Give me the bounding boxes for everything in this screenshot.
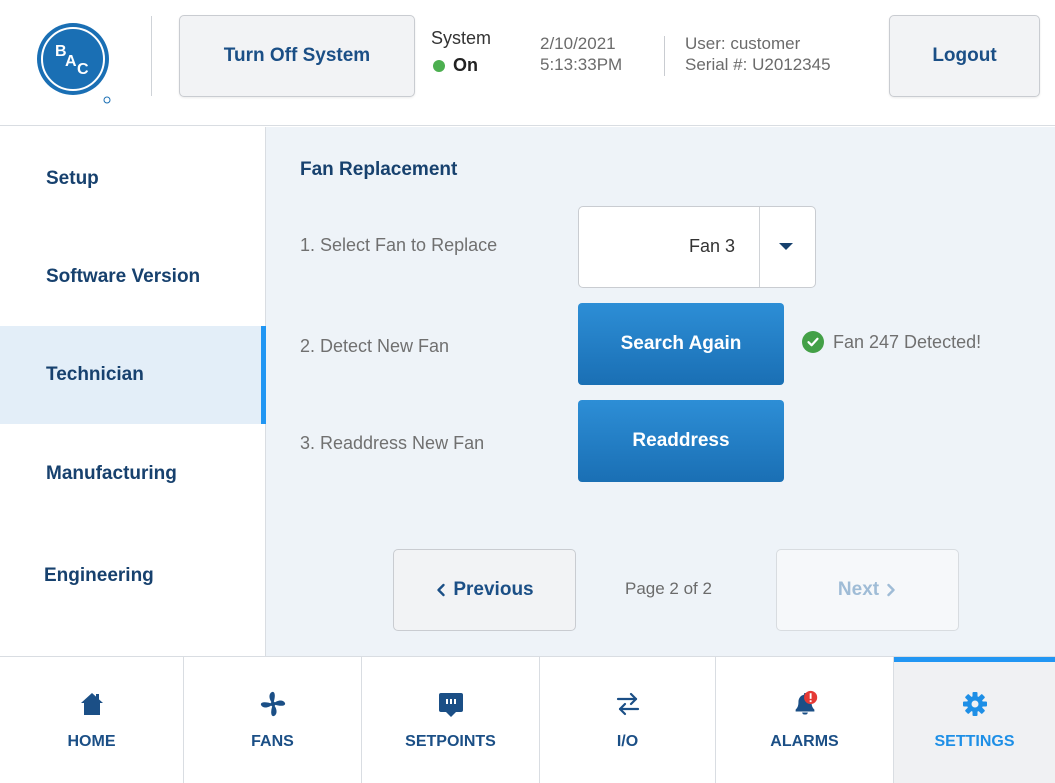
- step-3-label: 3. Readdress New Fan: [300, 433, 485, 453]
- logout-button[interactable]: Logout: [889, 15, 1040, 97]
- header-divider: [151, 16, 152, 96]
- io-arrows-icon: [613, 689, 643, 719]
- fan-detected-status: Fan 247 Detected!: [802, 331, 981, 353]
- section-title: Fan Replacement: [300, 159, 458, 180]
- status-dot-icon: [433, 59, 445, 72]
- previous-button[interactable]: Previous: [393, 549, 576, 631]
- nav-setpoints[interactable]: SETPOINTS: [362, 657, 540, 783]
- date-text: 2/10/2021: [540, 34, 616, 53]
- nav-fans[interactable]: FANS: [184, 657, 362, 783]
- fan-select-dropdown[interactable]: Fan 3: [578, 206, 816, 288]
- user-info: User: customer Serial #: U2012345: [685, 33, 831, 75]
- chevron-right-icon: [887, 583, 895, 597]
- fan-detected-text: Fan 247 Detected!: [833, 331, 982, 352]
- serial-text: Serial #: U2012345: [685, 55, 831, 74]
- header-separator: [664, 36, 665, 76]
- time-text: 5:13:33PM: [540, 55, 623, 74]
- setpoints-icon: [436, 689, 466, 719]
- system-state-text: On: [453, 55, 478, 75]
- search-again-button[interactable]: Search Again: [578, 303, 784, 385]
- step-1-label: 1. Select Fan to Replace: [300, 235, 498, 255]
- svg-text:C: C: [77, 61, 89, 78]
- sidebar-item-technician[interactable]: Technician: [0, 326, 266, 424]
- chevron-left-icon: [437, 583, 446, 597]
- sidebar-item-software-version[interactable]: Software Version: [0, 228, 265, 326]
- readdress-button[interactable]: Readdress: [578, 400, 784, 482]
- home-icon: [77, 689, 107, 719]
- nav-label: FANS: [251, 733, 294, 750]
- nav-settings[interactable]: SETTINGS: [894, 657, 1055, 783]
- system-status: System On: [431, 28, 491, 76]
- next-label: Next: [837, 579, 880, 600]
- nav-label: HOME: [67, 733, 116, 750]
- turn-off-system-button[interactable]: Turn Off System: [179, 15, 415, 97]
- sidebar-item-setup[interactable]: Setup: [0, 130, 265, 228]
- header: B A C Turn Off System System On 2/10/202…: [0, 0, 1055, 126]
- nav-label: SETPOINTS: [405, 733, 496, 750]
- system-state: On: [431, 55, 491, 76]
- main-panel: Fan Replacement 1. Select Fan to Replace…: [266, 127, 1055, 656]
- dropdown-separator: [759, 207, 760, 287]
- nav-label: I/O: [616, 733, 639, 750]
- page-indicator: Page 2 of 2: [625, 579, 712, 598]
- gear-icon: [960, 689, 990, 719]
- bottom-navigation: HOME FANS SETPOINTS I/O ALARMS SETTINGS: [0, 656, 1055, 783]
- system-label: System: [431, 28, 492, 48]
- chevron-down-icon[interactable]: [779, 243, 793, 250]
- sidebar: Setup Software Version Technician Manufa…: [0, 127, 266, 656]
- sidebar-item-label: Engineering: [44, 565, 154, 586]
- nav-home[interactable]: HOME: [0, 657, 184, 783]
- sidebar-item-label: Software Version: [46, 266, 201, 287]
- alarm-bell-icon: [790, 689, 820, 719]
- step-2-label: 2. Detect New Fan: [300, 336, 450, 356]
- fan-select-value: Fan 3: [688, 236, 735, 256]
- nav-label: ALARMS: [770, 733, 839, 750]
- check-circle-icon: [802, 331, 824, 353]
- nav-io[interactable]: I/O: [540, 657, 716, 783]
- bac-logo: B A C: [25, 18, 121, 104]
- sidebar-item-engineering[interactable]: Engineering: [0, 527, 265, 625]
- fan-icon: [258, 689, 288, 719]
- user-text: User: customer: [685, 34, 801, 53]
- sidebar-item-manufacturing[interactable]: Manufacturing: [0, 425, 265, 523]
- next-button[interactable]: Next: [776, 549, 959, 631]
- nav-alarms[interactable]: ALARMS: [716, 657, 894, 783]
- sidebar-item-label: Technician: [46, 364, 144, 385]
- previous-label: Previous: [453, 579, 534, 600]
- sidebar-item-label: Manufacturing: [46, 463, 177, 484]
- sidebar-item-label: Setup: [46, 168, 99, 189]
- svg-text:A: A: [65, 53, 77, 70]
- nav-label: SETTINGS: [934, 733, 1015, 750]
- date-time: 2/10/2021 5:13:33PM: [540, 33, 622, 75]
